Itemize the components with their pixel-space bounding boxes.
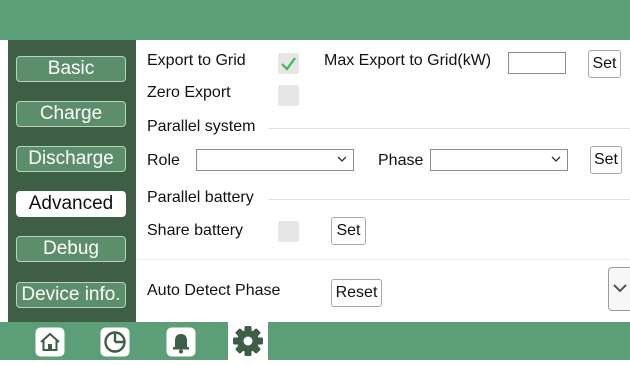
- top-bar: [0, 0, 630, 40]
- sidebar-item-advanced[interactable]: Advanced: [16, 191, 126, 217]
- share-battery-label: Share battery: [147, 222, 244, 239]
- bottom-navigation: [0, 322, 630, 360]
- share-battery-set-button[interactable]: Set: [331, 217, 366, 245]
- parallel-system-heading: Parallel system: [147, 118, 256, 135]
- pie-chart-icon: [100, 327, 130, 357]
- reset-button[interactable]: Reset: [331, 279, 382, 307]
- export-to-grid-label: Export to Grid: [147, 52, 246, 69]
- zero-export-checkbox[interactable]: [278, 85, 299, 106]
- max-export-input[interactable]: [508, 52, 566, 74]
- export-to-grid-checkbox[interactable]: [278, 53, 299, 74]
- sidebar-item-debug[interactable]: Debug: [16, 236, 126, 262]
- nav-home-button[interactable]: [35, 327, 65, 357]
- zero-export-label: Zero Export: [147, 84, 231, 101]
- section-divider: [268, 199, 630, 200]
- role-select[interactable]: [196, 149, 354, 171]
- sidebar-item-basic[interactable]: Basic: [16, 56, 126, 82]
- parallel-battery-heading: Parallel battery: [147, 189, 254, 206]
- chevron-down-icon: [337, 156, 347, 162]
- nav-settings-button[interactable]: [228, 322, 268, 360]
- gear-icon: [233, 326, 263, 356]
- sidebar-item-charge[interactable]: Charge: [16, 101, 126, 127]
- chevron-down-icon: [551, 156, 561, 162]
- phase-label: Phase: [378, 152, 424, 169]
- bell-icon: [166, 327, 196, 357]
- expand-toggle-button[interactable]: [608, 267, 630, 311]
- max-export-label: Max Export to Grid(kW): [324, 52, 492, 69]
- parallel-system-set-button[interactable]: Set: [590, 146, 622, 174]
- role-label: Role: [147, 152, 180, 169]
- section-divider: [136, 259, 630, 260]
- nav-statistics-button[interactable]: [100, 327, 130, 357]
- home-icon: [35, 327, 65, 357]
- auto-detect-phase-label: Auto Detect Phase: [147, 282, 281, 299]
- nav-alarm-button[interactable]: [166, 327, 196, 357]
- advanced-settings-panel: Export to Grid Max Export to Grid(kW) Se…: [136, 40, 630, 322]
- sidebar-item-device-info[interactable]: Device info.: [16, 282, 126, 308]
- sidebar-item-discharge[interactable]: Discharge: [16, 146, 126, 172]
- chevron-down-icon: [613, 284, 627, 293]
- section-divider: [268, 128, 630, 129]
- phase-select[interactable]: [430, 149, 568, 171]
- checkmark-icon: [281, 57, 296, 71]
- sidebar: Basic Charge Discharge Advanced Debug De…: [8, 40, 136, 323]
- max-export-set-button[interactable]: Set: [588, 50, 621, 78]
- share-battery-checkbox[interactable]: [278, 221, 299, 242]
